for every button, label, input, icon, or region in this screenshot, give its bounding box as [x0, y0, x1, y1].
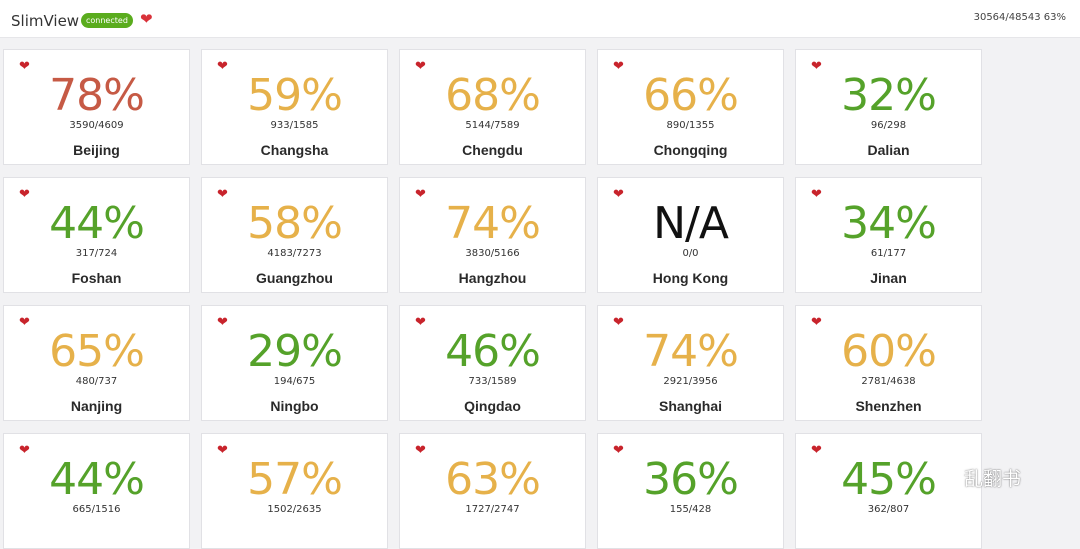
city-name: Ningbo — [270, 398, 319, 414]
city-percentage: 74% — [445, 198, 541, 249]
top-bar: SlimView connected ❤ 30564/48543 63% — [0, 0, 1080, 38]
city-percentage: 58% — [247, 198, 343, 249]
city-percentage: 44% — [49, 198, 145, 249]
city-name: Hong Kong — [652, 270, 729, 286]
watermark: 乱翻书 — [930, 460, 1021, 494]
city-name: Chongqing — [653, 142, 728, 158]
city-percentage: 32% — [841, 70, 937, 121]
city-ratio: 155/428 — [669, 504, 712, 515]
city-card[interactable]: ❤ 59% 933/1585 Changsha — [201, 49, 388, 165]
city-name: Hangzhou — [458, 270, 527, 286]
city-card[interactable]: ❤ 63% 1727/2747 — [399, 433, 586, 549]
city-card[interactable]: ❤ 60% 2781/4638 Shenzhen — [795, 305, 982, 421]
city-percentage: 57% — [247, 454, 343, 505]
city-name: Nanjing — [70, 398, 123, 414]
city-card[interactable]: ❤ 66% 890/1355 Chongqing — [597, 49, 784, 165]
city-percentage: 44% — [49, 454, 145, 505]
city-name: Chengdu — [462, 142, 523, 158]
city-ratio: 1727/2747 — [465, 504, 520, 515]
city-ratio: 2781/4638 — [861, 376, 916, 387]
city-card[interactable]: ❤ 34% 61/177 Jinan — [795, 177, 982, 293]
city-percentage: N/A — [653, 198, 729, 249]
city-name: Shanghai — [658, 398, 722, 414]
city-name: Beijing — [73, 142, 120, 158]
city-card[interactable]: ❤ 65% 480/737 Nanjing — [3, 305, 190, 421]
city-ratio: 194/675 — [273, 376, 316, 387]
city-card[interactable]: ❤ 32% 96/298 Dalian — [795, 49, 982, 165]
city-percentage: 29% — [247, 326, 343, 377]
city-card[interactable]: ❤ 68% 5144/7589 Chengdu — [399, 49, 586, 165]
watermark-text: 乱翻书 — [964, 467, 1022, 490]
city-ratio: 2921/3956 — [663, 376, 718, 387]
city-ratio: 933/1585 — [270, 120, 319, 131]
city-percentage: 78% — [49, 70, 145, 121]
city-ratio: 96/298 — [870, 120, 907, 131]
connection-status-badge: connected — [81, 13, 133, 28]
city-ratio: 480/737 — [75, 376, 118, 387]
app-title: SlimView — [11, 12, 80, 30]
city-percentage: 66% — [643, 70, 739, 121]
city-card[interactable]: ❤ 57% 1502/2635 — [201, 433, 388, 549]
city-ratio: 733/1589 — [468, 376, 517, 387]
city-ratio: 317/724 — [75, 248, 118, 259]
city-percentage: 74% — [643, 326, 739, 377]
city-name: Guangzhou — [256, 270, 333, 286]
city-card[interactable]: ❤ 29% 194/675 Ningbo — [201, 305, 388, 421]
city-card[interactable]: ❤ 58% 4183/7273 Guangzhou — [201, 177, 388, 293]
city-ratio: 362/807 — [867, 504, 910, 515]
city-grid: ❤ 78% 3590/4609 Beijing ❤ 59% 933/1585 Changsha… — [3, 49, 983, 549]
city-card[interactable]: ❤ 46% 733/1589 Qingdao — [399, 305, 586, 421]
city-name: Jinan — [870, 270, 907, 286]
city-percentage: 65% — [49, 326, 145, 377]
city-percentage: 63% — [445, 454, 541, 505]
city-name: Dalian — [867, 142, 910, 158]
city-ratio: 4183/7273 — [267, 248, 322, 259]
city-name: Shenzhen — [855, 398, 922, 414]
city-ratio: 0/0 — [682, 248, 699, 259]
city-ratio: 3830/5166 — [465, 248, 520, 259]
city-percentage: 68% — [445, 70, 541, 121]
city-card[interactable]: ❤ 44% 665/1516 — [3, 433, 190, 549]
heart-icon[interactable]: ❤ — [140, 12, 153, 27]
city-percentage: 34% — [841, 198, 937, 249]
city-ratio: 61/177 — [870, 248, 907, 259]
city-name: Foshan — [71, 270, 122, 286]
city-card[interactable]: ❤ 74% 2921/3956 Shanghai — [597, 305, 784, 421]
city-ratio: 5144/7589 — [465, 120, 520, 131]
city-name: Changsha — [260, 142, 329, 158]
city-percentage: 46% — [445, 326, 541, 377]
city-ratio: 890/1355 — [666, 120, 715, 131]
city-ratio: 1502/2635 — [267, 504, 322, 515]
city-card[interactable]: ❤ 36% 155/428 — [597, 433, 784, 549]
city-card[interactable]: ❤ 74% 3830/5166 Hangzhou — [399, 177, 586, 293]
city-card[interactable]: ❤ N/A 0/0 Hong Kong — [597, 177, 784, 293]
city-percentage: 60% — [841, 326, 937, 377]
city-ratio: 3590/4609 — [69, 120, 124, 131]
city-percentage: 36% — [643, 454, 739, 505]
city-percentage: 59% — [247, 70, 343, 121]
city-ratio: 665/1516 — [72, 504, 121, 515]
city-card[interactable]: ❤ 78% 3590/4609 Beijing — [3, 49, 190, 165]
wechat-icon — [931, 466, 954, 487]
city-card[interactable]: ❤ 44% 317/724 Foshan — [3, 177, 190, 293]
totals-summary: 30564/48543 63% — [973, 12, 1066, 23]
city-name: Qingdao — [464, 398, 521, 414]
